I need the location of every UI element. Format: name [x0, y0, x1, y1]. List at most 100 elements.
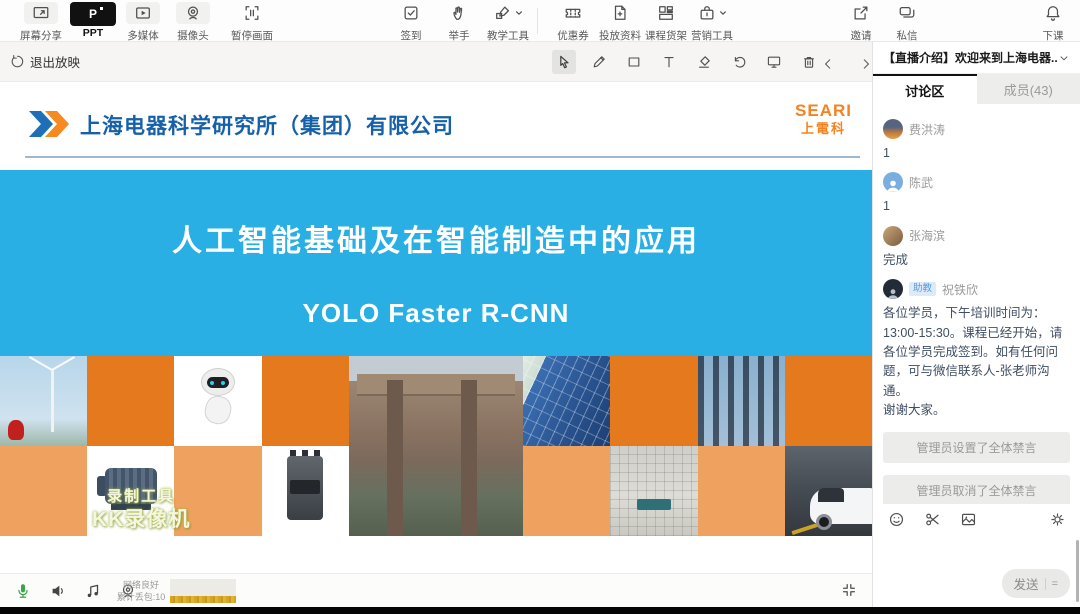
- send-shortcut[interactable]: =: [1052, 578, 1058, 590]
- undo-icon: [731, 54, 747, 70]
- scrollbar-thumb[interactable]: [1076, 540, 1079, 602]
- chat-message-list[interactable]: 费洪涛 1 陈武 1 张海滨 完成: [873, 104, 1080, 504]
- text-tool[interactable]: [657, 50, 681, 74]
- chevron-down-icon[interactable]: [1058, 52, 1070, 64]
- chat-username: 祝铁欣: [942, 281, 978, 298]
- company-name: 上海电器科学研究所（集团）有限公司: [80, 110, 454, 140]
- coupon-icon: [556, 2, 590, 24]
- undo-tool[interactable]: [727, 50, 751, 74]
- invite-icon: [844, 2, 878, 24]
- tab-members[interactable]: 成员(43): [977, 74, 1080, 104]
- recorder-watermark: 录制工具 KK录像机: [92, 488, 190, 533]
- send-divider: [1045, 578, 1046, 590]
- toolbar-item-private-message[interactable]: 私信: [880, 2, 934, 42]
- network-status: 网络良好 累计丢包:10: [116, 579, 166, 603]
- whiteboard-tool[interactable]: [762, 50, 786, 74]
- chat-username: 陈武: [909, 174, 933, 191]
- toolbar-item-screen-share[interactable]: 屏幕分享: [14, 2, 68, 42]
- toolbar-item-teaching-tools[interactable]: 教学工具: [478, 2, 538, 42]
- orange-tile-dark: [785, 356, 872, 446]
- toolbar-item-end-class[interactable]: 下课: [1026, 2, 1080, 42]
- chat-message: 费洪涛 1: [883, 119, 1070, 163]
- orange-tile-light: [698, 446, 785, 536]
- seari-logo-text: SEARI: [795, 102, 852, 119]
- shape-tool[interactable]: [622, 50, 646, 74]
- chat-text: 各位学员，下午培训时间为：13:00-15:30。课程已经开始，请各位学员完成签…: [883, 304, 1070, 420]
- image-icon: [960, 511, 977, 528]
- toolbar-item-label: 下课: [1026, 28, 1080, 43]
- chat-text: 完成: [883, 251, 1070, 270]
- screen-share-icon: [24, 2, 58, 24]
- slide-title: 人工智能基础及在智能制造中的应用: [0, 216, 872, 260]
- orange-tile-light: [0, 446, 87, 536]
- chevron-right-icon: [859, 57, 873, 71]
- eraser-tool[interactable]: [692, 50, 716, 74]
- previous-slide-button[interactable]: [816, 52, 840, 76]
- exit-slideshow-button[interactable]: 退出放映: [10, 52, 80, 71]
- toolbar-item-label: 签到: [384, 28, 438, 43]
- orange-tile-dark: [262, 356, 349, 446]
- toolbar-item-label: 营销工具: [682, 28, 742, 43]
- smiley-icon: [888, 511, 905, 528]
- microphone-icon: [14, 582, 32, 600]
- orange-tile-light: [523, 446, 610, 536]
- collapse-icon: [840, 581, 858, 599]
- network-quality-label: 网络良好: [116, 579, 166, 591]
- assistant-badge: 助教: [909, 282, 936, 295]
- toolbar-item-label: 教学工具: [478, 28, 538, 43]
- music-note-icon: [84, 582, 102, 600]
- end-class-icon: [1036, 2, 1070, 24]
- speaker-button[interactable]: [47, 580, 69, 602]
- toolbar-item-ppt[interactable]: P PPT: [66, 2, 120, 42]
- microphone-button[interactable]: [12, 580, 34, 602]
- presentation-toolbar: 退出放映: [0, 42, 872, 82]
- rectangle-icon: [626, 54, 642, 70]
- toolbar-item-label: 多媒体: [116, 28, 170, 43]
- slide-canvas: 上海电器科学研究所（集团）有限公司 SEARI 上電科 人工智能基础及在智能制造…: [0, 82, 872, 573]
- toolbar-item-check-in[interactable]: 签到: [384, 2, 438, 42]
- emoji-button[interactable]: [885, 508, 907, 530]
- pencil-tool[interactable]: [587, 50, 611, 74]
- photo-solar-panels: [523, 356, 610, 446]
- toolbar-item-camera[interactable]: 摄像头: [166, 2, 220, 42]
- live-intro-header[interactable]: 【直播介绍】欢迎来到上海电器...: [873, 42, 1080, 74]
- chat-username: 费洪涛: [909, 121, 945, 138]
- text-icon: [661, 54, 677, 70]
- watermark-line1: 录制工具: [92, 488, 190, 507]
- chat-input-area[interactable]: 发送 =: [873, 534, 1080, 608]
- photo-electric-car: [785, 446, 872, 536]
- photo-emc-chamber: [610, 446, 697, 536]
- toolbar-item-label: 暂停画面: [222, 28, 282, 43]
- exit-slideshow-label: 退出放映: [30, 52, 80, 71]
- toolbar-item-marketing-tools[interactable]: 营销工具: [682, 2, 742, 42]
- avatar: [883, 119, 903, 139]
- status-bar: 网络良好 累计丢包:10: [0, 573, 872, 608]
- marketing-tools-icon: [695, 2, 729, 24]
- image-button[interactable]: [957, 508, 979, 530]
- chevron-left-icon: [821, 57, 835, 71]
- select-cursor-tool[interactable]: [552, 50, 576, 74]
- exit-fullscreen-button[interactable]: [840, 581, 858, 604]
- annotation-toolbar: [552, 50, 821, 74]
- send-button[interactable]: 发送 =: [1002, 569, 1070, 598]
- toolbar-item-multimedia[interactable]: 多媒体: [116, 2, 170, 42]
- avatar: [883, 279, 903, 299]
- slide-navigation: [816, 52, 878, 76]
- materials-icon: [603, 2, 637, 24]
- tab-discussion[interactable]: 讨论区: [873, 74, 977, 104]
- slide-subtitle: YOLO Faster R-CNN: [0, 298, 872, 329]
- toolbar-item-pause-screen[interactable]: 暂停画面: [222, 2, 282, 42]
- pause-screen-icon: [235, 2, 269, 24]
- double-chevron-logo: [28, 108, 74, 140]
- music-button[interactable]: [82, 580, 104, 602]
- chat-message: 张海滨 完成: [883, 226, 1070, 270]
- screenshot-button[interactable]: [921, 508, 943, 530]
- photo-robot: [174, 356, 261, 446]
- display-icon: [766, 54, 782, 70]
- exit-slideshow-icon: [10, 54, 25, 69]
- multimedia-icon: [126, 2, 160, 24]
- sidebar-tabs: 讨论区 成员(43): [873, 74, 1080, 104]
- check-in-icon: [394, 2, 428, 24]
- chat-settings-button[interactable]: [1046, 508, 1068, 530]
- top-toolbar: 屏幕分享 P PPT 多媒体 摄像头 暂停画面: [0, 0, 1080, 42]
